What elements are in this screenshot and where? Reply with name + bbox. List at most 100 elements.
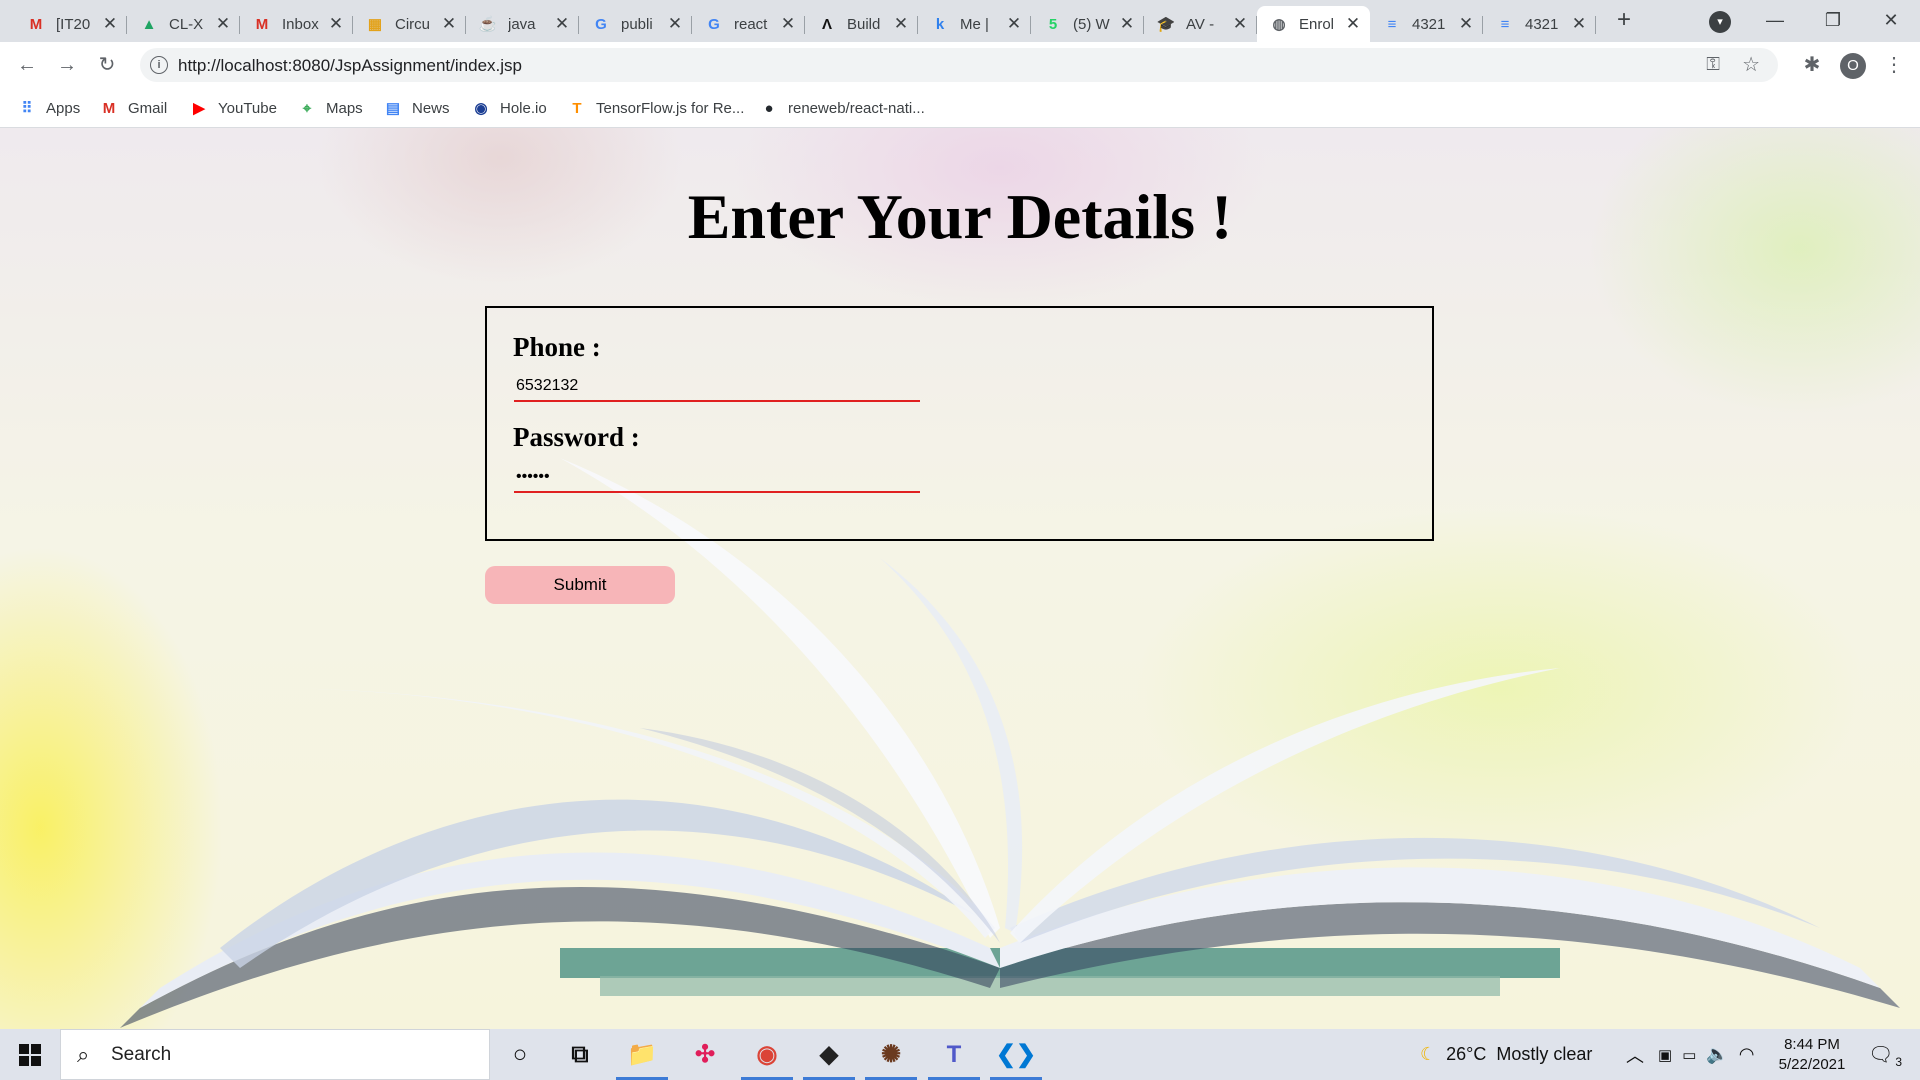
maps-icon: ⌖ <box>302 99 312 117</box>
tab-close-icon[interactable]: ✕ <box>101 14 119 34</box>
task-view-icon[interactable]: ⧉ <box>550 1029 610 1080</box>
tab-14[interactable]: ≡ 4321 ✕ <box>1483 6 1596 42</box>
gmail-icon: M <box>255 15 269 33</box>
bookmark-label: News <box>412 99 450 117</box>
page-content: Enter Your Details ! Phone : Password : … <box>0 128 1920 1029</box>
tab-search-button[interactable]: ▾ <box>1709 11 1731 33</box>
tab-title: java <box>508 15 536 33</box>
bookmark-label: Hole.io <box>500 99 547 117</box>
page-title: Enter Your Details ! <box>687 181 1233 252</box>
tab-12[interactable]: ◍ Enrol ✕ <box>1257 6 1370 42</box>
tab-close-icon[interactable]: ✕ <box>1005 14 1023 34</box>
key-icon[interactable]: ⚿ <box>1706 54 1720 75</box>
whatsapp-icon: 5 <box>1048 15 1058 33</box>
tab-6[interactable]: Gpubli ✕ <box>579 6 692 42</box>
password-input[interactable] <box>514 463 920 493</box>
tab-close-icon[interactable]: ✕ <box>892 14 910 34</box>
notifications-icon[interactable]: 🗨 3 <box>1868 1029 1902 1080</box>
gmail-icon: M <box>102 99 116 117</box>
camera-icon[interactable]: ▣ <box>1658 1046 1672 1064</box>
tab-close-icon[interactable]: ✕ <box>440 14 458 34</box>
menu-kebab-icon[interactable]: ⋮ <box>1879 50 1909 80</box>
google-icon: G <box>595 15 607 33</box>
cortana-icon[interactable]: ○ <box>490 1029 550 1080</box>
url-text[interactable]: http://localhost:8080/JspAssignment/inde… <box>178 56 522 76</box>
submit-button[interactable]: Submit <box>485 566 675 604</box>
tab-close-icon[interactable]: ✕ <box>779 14 797 34</box>
tab-close-icon[interactable]: ✕ <box>1457 14 1475 34</box>
bookmark-news[interactable]: ▤ News <box>384 96 450 120</box>
tab-8[interactable]: Λ Build ✕ <box>805 6 918 42</box>
tab-close-icon[interactable]: ✕ <box>327 14 345 34</box>
google-docs-icon: ≡ <box>1500 15 1510 33</box>
java-icon: ☕ <box>478 16 498 33</box>
battery-icon[interactable]: ▭ <box>1682 1046 1696 1064</box>
vscode-icon[interactable]: ❮❯ <box>986 1029 1046 1080</box>
google-icon: G <box>708 15 720 33</box>
game-app-icon[interactable]: ✺ <box>861 1029 921 1080</box>
hole-io-icon: ◉ <box>474 100 488 117</box>
bookmark-maps[interactable]: ⌖ Maps <box>298 96 363 120</box>
tab-4[interactable]: ▦ Circu ✕ <box>353 6 466 42</box>
tab-close-icon[interactable]: ✕ <box>666 14 684 34</box>
build-icon: Λ <box>821 15 832 33</box>
close-window-button[interactable]: ✕ <box>1868 6 1914 34</box>
new-tab-button[interactable]: + <box>1610 6 1638 36</box>
volume-icon[interactable]: 🔈 <box>1706 1044 1728 1065</box>
slack-icon[interactable]: ✣ <box>675 1029 735 1080</box>
phone-input[interactable] <box>514 372 920 402</box>
google-drive-icon: ▲ <box>141 15 157 33</box>
profile-avatar[interactable]: O <box>1840 53 1866 79</box>
tab-3[interactable]: M Inbox ✕ <box>240 6 353 42</box>
tab-close-icon[interactable]: ✕ <box>1344 14 1362 34</box>
tab-close-icon[interactable]: ✕ <box>1118 14 1136 34</box>
search-placeholder: Search <box>111 1044 172 1065</box>
extensions-icon[interactable]: ✱ <box>1797 50 1827 80</box>
address-bar[interactable]: i http://localhost:8080/JspAssignment/in… <box>140 48 1778 82</box>
wifi-icon[interactable]: ◠ <box>1739 1044 1755 1065</box>
tab-close-icon[interactable]: ✕ <box>214 14 232 34</box>
reload-button[interactable]: ↻ <box>92 50 122 80</box>
tab-2[interactable]: ▲ CL-X ✕ <box>127 6 240 42</box>
apps-grid-icon: ⠿ <box>21 100 33 117</box>
tab-separator <box>1595 16 1596 34</box>
github-icon: ● <box>764 99 774 117</box>
chrome-icon[interactable]: ◉ <box>737 1029 797 1080</box>
bookmark-youtube[interactable]: ▶ YouTube <box>190 96 277 120</box>
clock[interactable]: 8:44 PM 5/22/2021 <box>1770 1035 1854 1075</box>
tab-close-icon[interactable]: ✕ <box>1570 14 1588 34</box>
predator-sense-icon[interactable]: ◆ <box>799 1029 859 1080</box>
tab-5[interactable]: ☕ java ✕ <box>466 6 579 42</box>
restore-button[interactable]: ❐ <box>1810 6 1856 34</box>
bookmark-hole-io[interactable]: ◉ Hole.io <box>472 96 547 120</box>
back-button[interactable]: ← <box>12 50 42 80</box>
bookmark-star-icon[interactable]: ☆ <box>1742 52 1760 77</box>
password-label: Password : <box>513 422 640 452</box>
tab-10[interactable]: 5 (5) W ✕ <box>1031 6 1144 42</box>
weather-widget[interactable]: ☾ 26°C Mostly clear <box>1420 1029 1592 1080</box>
teams-icon[interactable]: T <box>924 1029 984 1080</box>
google-docs-icon: ≡ <box>1387 15 1397 33</box>
windows-taskbar: ⌕ Search ☾ 26°C Mostly clear ︿ ▣ ▭ 🔈 ◠ 8… <box>0 1029 1920 1080</box>
bookmark-tensorflow-js-for-re[interactable]: T TensorFlow.js for Re... <box>568 96 744 120</box>
bookmark-apps[interactable]: ⠿ Apps <box>18 96 81 120</box>
tensorflow-icon: T <box>572 99 582 117</box>
bookmark-reneweb-react-nati[interactable]: ● reneweb/react-nati... <box>760 96 924 120</box>
site-info-icon[interactable]: i <box>150 56 168 74</box>
tab-11[interactable]: 🎓 AV - ✕ <box>1144 6 1257 42</box>
tab-close-icon[interactable]: ✕ <box>553 14 571 34</box>
tab-9[interactable]: k Me | ✕ <box>918 6 1031 42</box>
tab-7[interactable]: Greact ✕ <box>692 6 805 42</box>
minimize-button[interactable]: — <box>1752 6 1798 34</box>
tab-13[interactable]: ≡ 4321 ✕ <box>1370 6 1483 42</box>
weather-text: 26°C Mostly clear <box>1446 1044 1593 1064</box>
tab-1[interactable]: M [IT20 ✕ <box>14 6 127 42</box>
tab-close-icon[interactable]: ✕ <box>1231 14 1249 34</box>
forward-button[interactable]: → <box>52 50 82 80</box>
taskbar-search-box[interactable]: ⌕ Search <box>60 1029 490 1080</box>
show-hidden-icons-icon[interactable]: ︿ <box>1626 1042 1644 1068</box>
grid-app-icon: ▦ <box>367 16 383 33</box>
file-explorer-icon[interactable]: 📁 <box>612 1029 672 1080</box>
bookmark-gmail[interactable]: M Gmail <box>100 96 167 120</box>
windows-start-icon[interactable] <box>0 1029 60 1080</box>
